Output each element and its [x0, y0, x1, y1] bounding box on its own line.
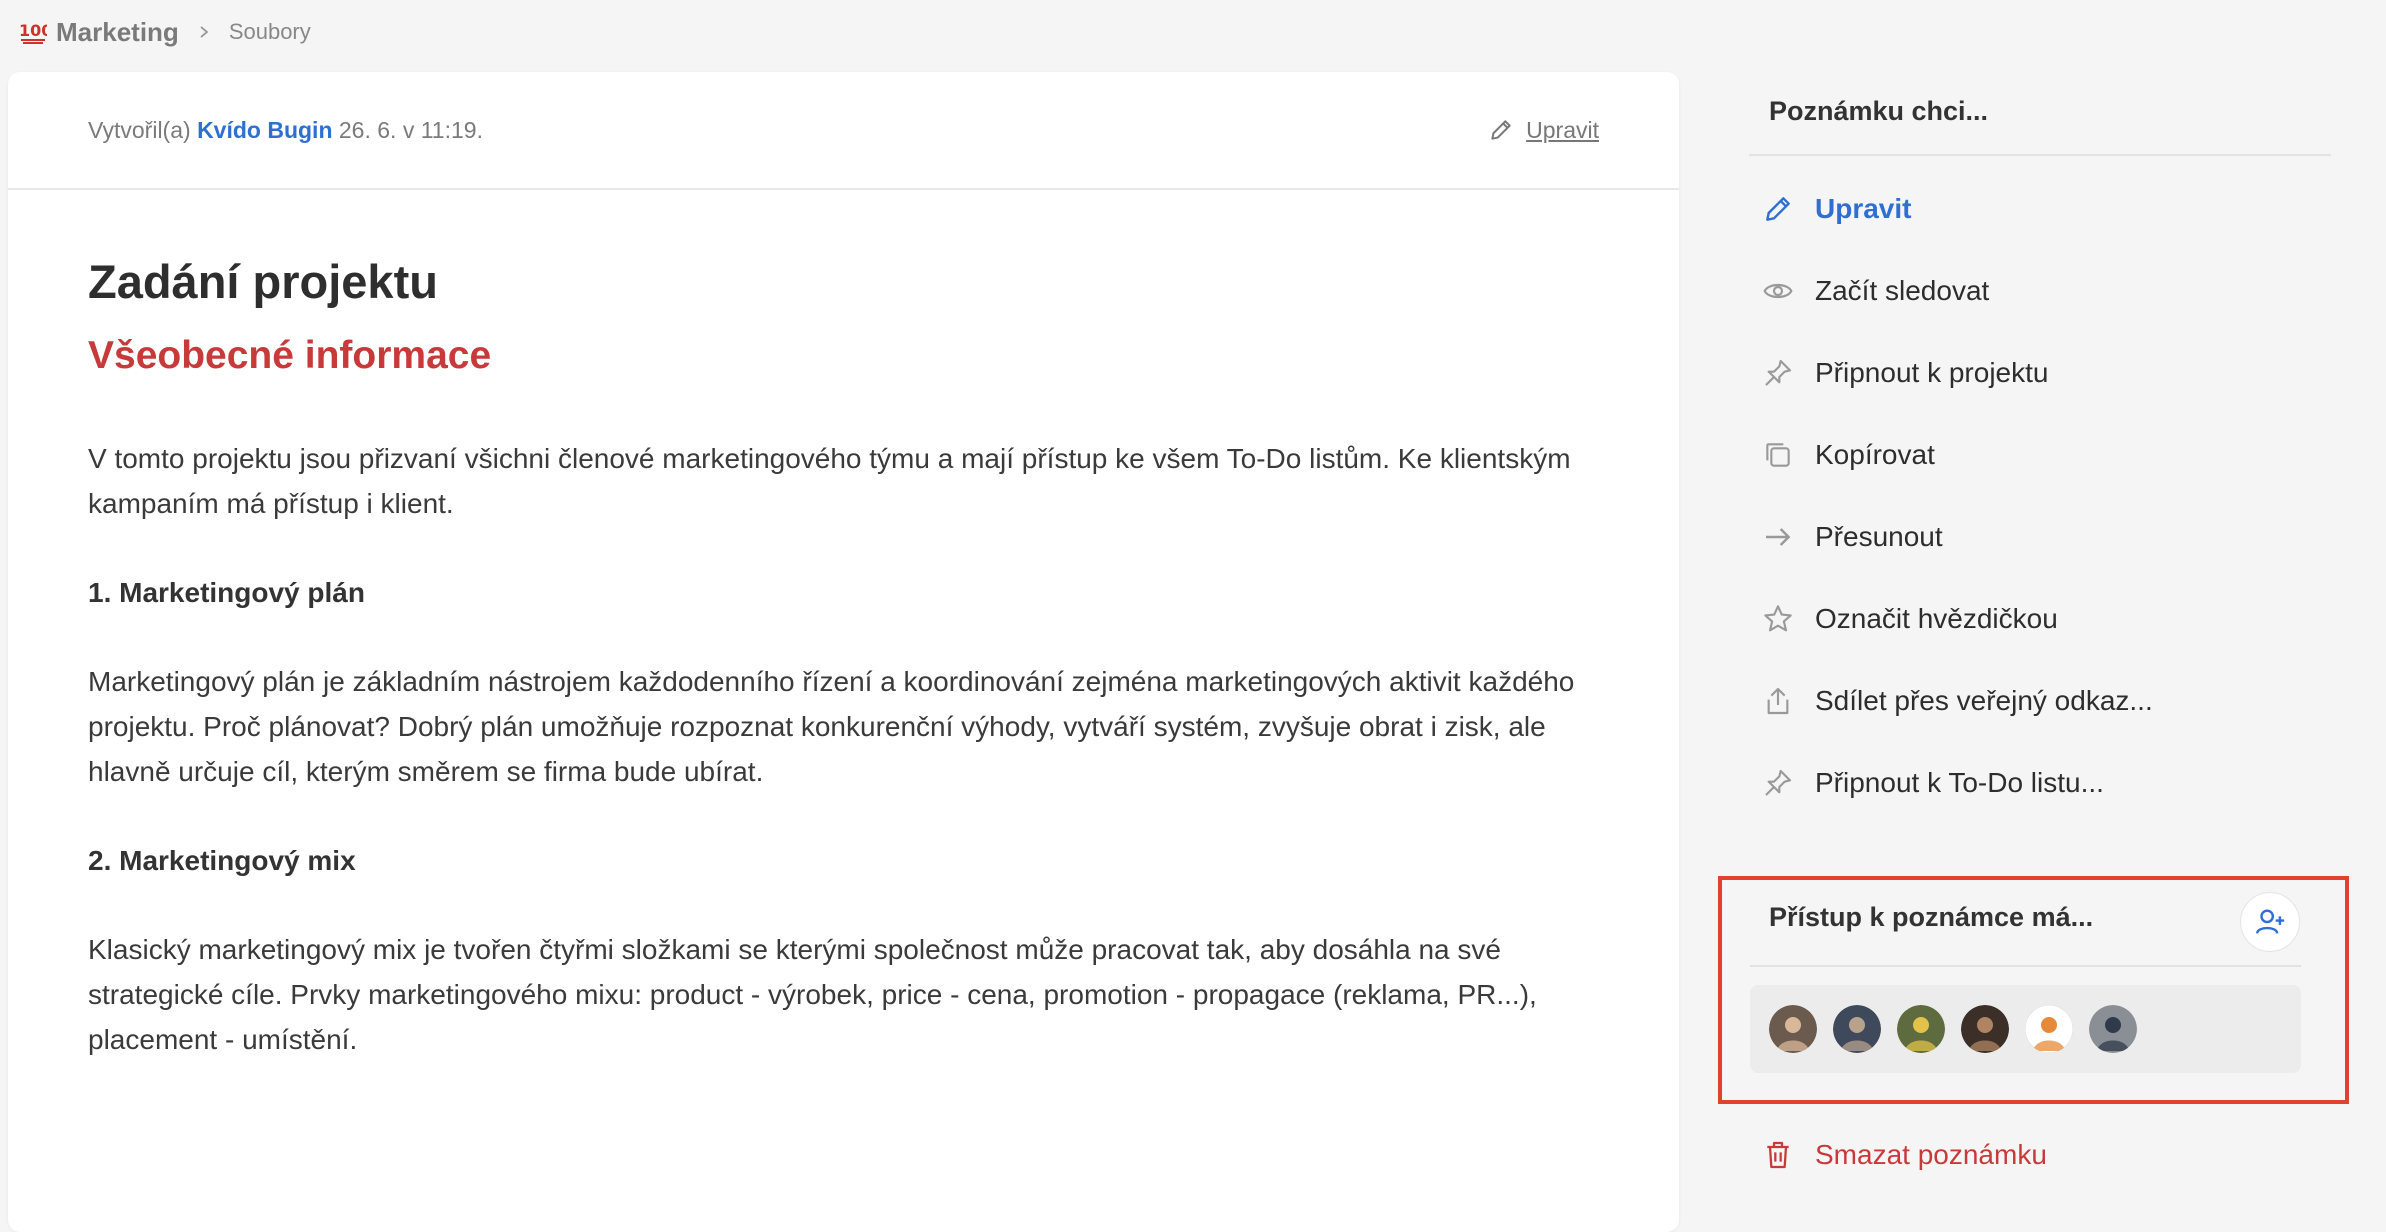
action-star[interactable]: Označit hvězdičkou: [1761, 578, 2321, 660]
pin-icon: [1761, 766, 1795, 800]
user-avatar[interactable]: [1769, 1005, 1817, 1053]
hundred-points-emoji-icon: 100: [18, 17, 48, 47]
note-card: Vytvořil(a) Kvído Bugin 26. 6. v 11:19. …: [8, 72, 1679, 1232]
copy-icon: [1761, 438, 1795, 472]
note-subtitle: Všeobecné informace: [88, 334, 492, 377]
add-user-button[interactable]: [2240, 892, 2300, 952]
action-label: Kopírovat: [1815, 439, 1935, 470]
action-label: Připnout k projektu: [1815, 357, 2049, 388]
section-heading-mix: 2. Marketingový mix: [88, 845, 356, 876]
user-avatar[interactable]: [2025, 1005, 2073, 1053]
note-header: Vytvořil(a) Kvído Bugin 26. 6. v 11:19. …: [8, 72, 1679, 190]
user-avatar[interactable]: [1897, 1005, 1945, 1053]
action-label: Připnout k To-Do listu...: [1815, 767, 2104, 798]
access-title: Přístup k poznámce má...: [1769, 902, 2094, 932]
access-section: Přístup k poznámce má...: [1718, 876, 2349, 1104]
actions-panel: Poznámku chci... Upravit Začít sledovat …: [1718, 0, 2349, 1220]
action-label: Sdílet přes veřejný odkaz...: [1815, 685, 2153, 716]
author-link[interactable]: Kvído Bugin: [197, 117, 332, 143]
edit-link-label: Upravit: [1526, 116, 1599, 143]
trash-icon: [1761, 1138, 1795, 1172]
delete-note-label: Smazat poznámku: [1815, 1139, 2047, 1170]
chevron-right-icon: [193, 21, 215, 43]
breadcrumb-current-link[interactable]: Soubory: [229, 19, 311, 45]
note-title: Zadání projektu: [88, 255, 438, 308]
meta-prefix: Vytvořil(a): [88, 116, 191, 143]
user-avatar[interactable]: [1961, 1005, 2009, 1053]
section-heading-plan: 1. Marketingový plán: [88, 577, 365, 608]
panel-title: Poznámku chci...: [1769, 96, 1989, 126]
pin-icon: [1761, 356, 1795, 390]
note-body: Zadání projektu Všeobecné informace V to…: [8, 190, 1679, 1062]
panel-divider: [1749, 154, 2331, 156]
action-label: Označit hvězdičkou: [1815, 603, 2058, 634]
action-move[interactable]: Přesunout: [1761, 496, 2321, 578]
paragraph-mix: Klasický marketingový mix je tvořen čtyř…: [88, 934, 1537, 1055]
action-edit[interactable]: Upravit: [1761, 168, 2321, 250]
action-share-public[interactable]: Sdílet přes veřejný odkaz...: [1761, 660, 2321, 742]
access-divider: [1750, 965, 2301, 967]
action-copy[interactable]: Kopírovat: [1761, 414, 2321, 496]
action-label: Přesunout: [1815, 521, 1943, 552]
delete-note-button[interactable]: Smazat poznámku: [1761, 1114, 2047, 1196]
pencil-icon: [1491, 120, 1511, 140]
action-list: Upravit Začít sledovat Připnout k projek…: [1761, 168, 2321, 824]
action-follow[interactable]: Začít sledovat: [1761, 250, 2321, 332]
meta-date: 26. 6. v 11:19.: [338, 116, 483, 143]
arrow-right-icon: [1761, 520, 1795, 554]
star-icon: [1761, 602, 1795, 636]
svg-text:100: 100: [19, 21, 47, 40]
share-icon: [1761, 684, 1795, 718]
paragraph-plan: Marketingový plán je základním nástrojem…: [88, 666, 1575, 787]
action-label: Upravit: [1815, 193, 1912, 224]
pencil-icon: [1761, 192, 1795, 226]
action-label: Začít sledovat: [1815, 275, 1990, 306]
note-meta: Vytvořil(a) Kvído Bugin 26. 6. v 11:19.: [88, 117, 483, 144]
edit-link[interactable]: Upravit: [1488, 117, 1599, 144]
eye-icon: [1761, 274, 1795, 308]
breadcrumb-project-link[interactable]: Marketing: [56, 17, 179, 48]
user-avatar[interactable]: [1833, 1005, 1881, 1053]
add-user-icon: [2256, 909, 2285, 934]
action-pin-todo[interactable]: Připnout k To-Do listu...: [1761, 742, 2321, 824]
user-avatar[interactable]: [2089, 1005, 2137, 1053]
breadcrumb: 100 Marketing Soubory: [18, 14, 311, 50]
avatar-list: [1750, 985, 2301, 1073]
action-pin-project[interactable]: Připnout k projektu: [1761, 332, 2321, 414]
paragraph-intro: V tomto projektu jsou přizvaní všichni č…: [88, 443, 1571, 519]
